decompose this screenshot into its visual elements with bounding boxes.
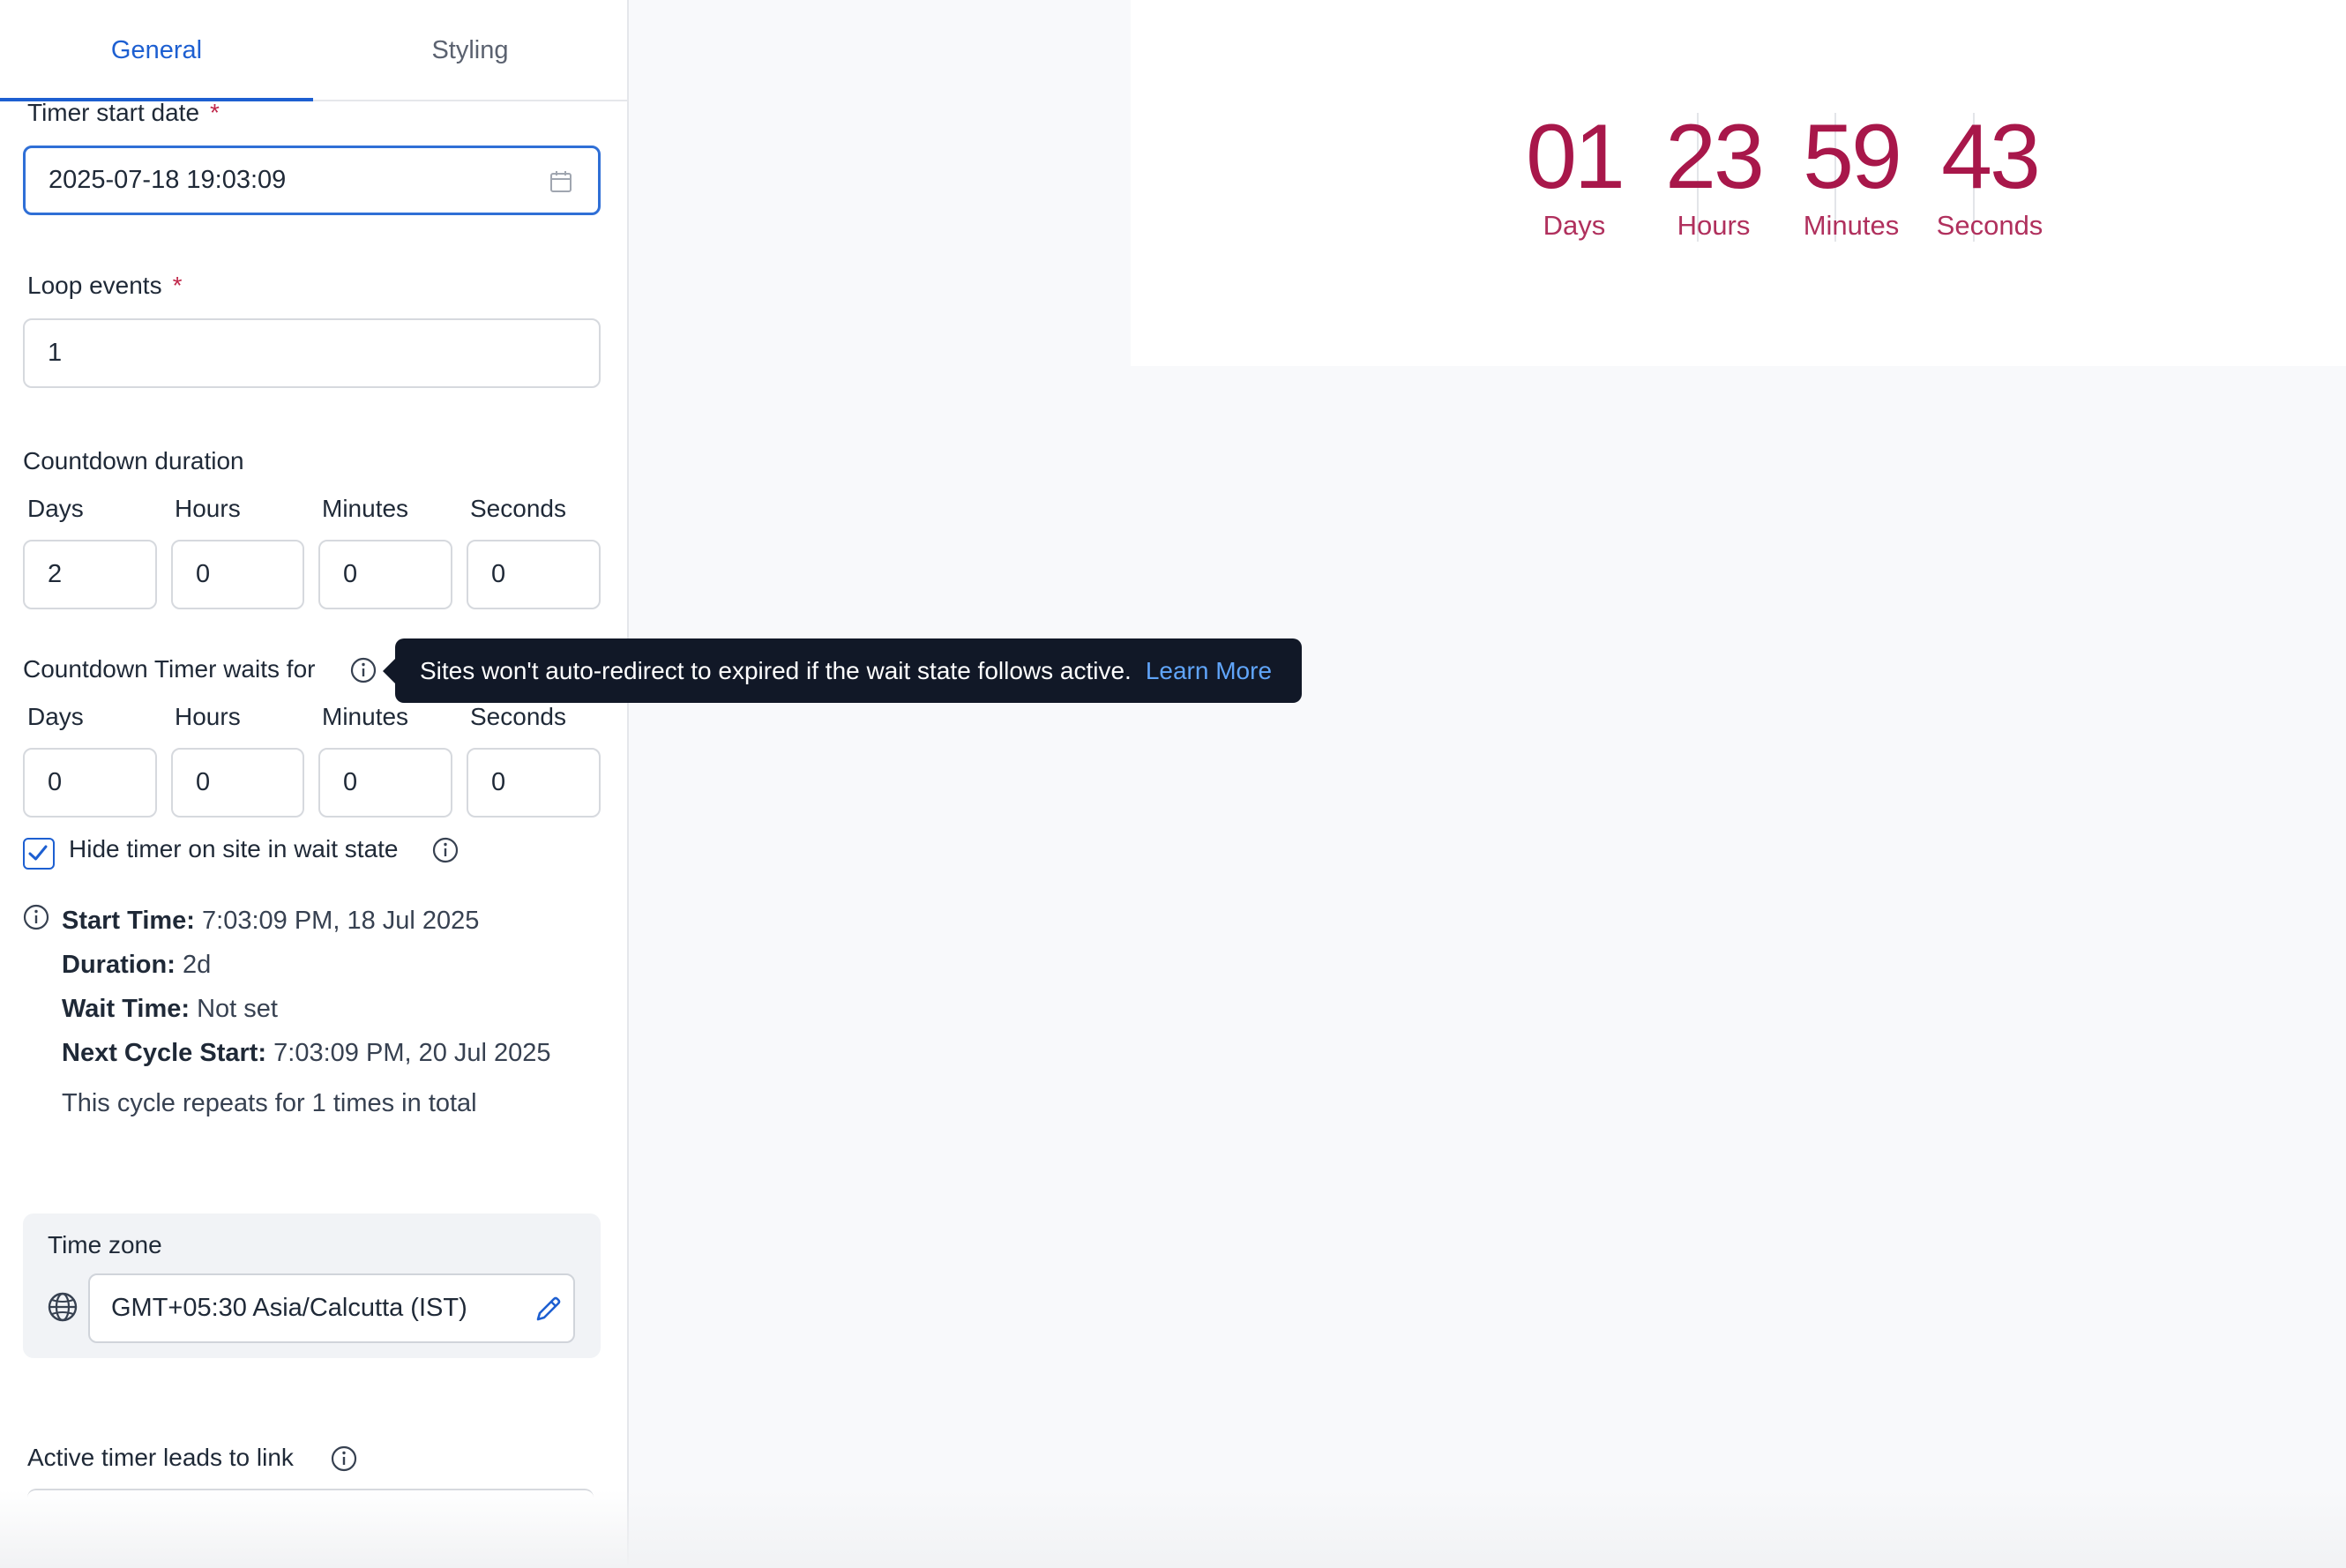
summary-repeat-text: This cycle repeats for 1 times in total: [62, 1089, 477, 1117]
wait-seconds-value: 0: [491, 768, 506, 796]
required-mark: *: [172, 272, 183, 299]
settings-panel: General Styling Timer start date * 2025-0…: [0, 0, 629, 1568]
timezone-value: GMT+05:30 Asia/Calcutta (IST): [111, 1294, 467, 1322]
pencil-icon[interactable]: [531, 1293, 564, 1333]
summary-info-icon: [22, 903, 50, 931]
summary-wait-time: Wait Time: Not set: [62, 995, 278, 1024]
duration-hours-input[interactable]: 0: [171, 540, 304, 609]
wait-minutes-input[interactable]: 0: [318, 748, 452, 818]
preview-hours-value: 23: [1665, 106, 1765, 208]
loop-events-label-text: Loop events: [27, 272, 162, 299]
globe-icon: [47, 1291, 78, 1327]
tooltip-text: Sites won't auto-redirect to expired if …: [420, 656, 1132, 684]
loop-events-label: Loop events *: [27, 272, 182, 300]
summary-duration-value: 2d: [182, 951, 212, 979]
summary-next-key: Next Cycle Start:: [62, 1039, 267, 1067]
timer-preview: 01 Days 23 Hours 59 Minutes 43 Seconds: [1131, 0, 2346, 366]
countdown-duration-label: Countdown duration: [23, 447, 244, 474]
preview-hours-unit: 23 Hours: [1645, 106, 1782, 247]
tab-bar: General Styling: [0, 0, 627, 101]
wait-label: Countdown Timer waits for: [23, 655, 316, 683]
wait-days-value: 0: [48, 768, 63, 796]
duration-seconds-label: Seconds: [470, 495, 566, 522]
wait-seconds-input[interactable]: 0: [467, 748, 601, 818]
check-icon: [28, 845, 48, 861]
summary-duration: Duration: 2d: [62, 951, 211, 980]
required-mark: *: [210, 99, 220, 126]
timer-start-date-label: Timer start date *: [27, 99, 220, 127]
wait-minutes-label: Minutes: [322, 703, 409, 730]
learn-more-link[interactable]: Learn More: [1146, 657, 1272, 685]
wait-hours-label: Hours: [175, 703, 241, 730]
calendar-icon[interactable]: [549, 169, 573, 201]
duration-days-value: 2: [48, 560, 63, 588]
preview-seconds-value: 43: [1941, 106, 2041, 208]
timezone-section: Time zone GMT+05:30 Asia/Calcutta (IST): [23, 1213, 601, 1358]
preview-seconds-unit: 43 Seconds: [1921, 106, 2058, 247]
loop-events-value: 1: [48, 339, 63, 367]
preview-days-value: 01: [1526, 106, 1625, 208]
summary-wait-value: Not set: [197, 995, 278, 1023]
preview-minutes-value: 59: [1803, 106, 1902, 208]
duration-days-label: Days: [27, 495, 84, 522]
preview-seconds-label: Seconds: [1936, 210, 2043, 241]
summary-duration-key: Duration:: [62, 951, 176, 979]
preview-days-unit: 01 Days: [1505, 106, 1643, 247]
tab-styling[interactable]: Styling: [313, 0, 627, 101]
preview-minutes-unit: 59 Minutes: [1782, 106, 1920, 247]
summary-start-time: Start Time: 7:03:09 PM, 18 Jul 2025: [62, 907, 479, 936]
duration-minutes-input[interactable]: 0: [318, 540, 452, 609]
timer-start-date-input[interactable]: 2025-07-18 19:03:09: [23, 146, 601, 215]
summary-next-cycle: Next Cycle Start: 7:03:09 PM, 20 Jul 202…: [62, 1039, 551, 1068]
wait-tooltip: Sites won't auto-redirect to expired if …: [383, 638, 1302, 703]
duration-hours-label: Hours: [175, 495, 241, 522]
wait-info-icon[interactable]: [349, 656, 377, 684]
duration-seconds-value: 0: [491, 560, 506, 588]
wait-days-label: Days: [27, 703, 84, 730]
wait-days-input[interactable]: 0: [23, 748, 157, 818]
preview-hours-label: Hours: [1677, 210, 1751, 241]
wait-minutes-value: 0: [343, 768, 358, 796]
wait-hours-value: 0: [196, 768, 211, 796]
timer-start-date-value: 2025-07-18 19:03:09: [49, 166, 287, 194]
hide-timer-label: Hide timer on site in wait state: [69, 835, 399, 862]
hide-timer-info-icon[interactable]: [431, 836, 459, 864]
loop-events-input[interactable]: 1: [23, 318, 601, 388]
timer-start-date-label-text: Timer start date: [27, 99, 200, 126]
preview-minutes-label: Minutes: [1803, 210, 1900, 241]
summary-start-key: Start Time:: [62, 907, 195, 935]
duration-seconds-input[interactable]: 0: [467, 540, 601, 609]
timezone-label: Time zone: [48, 1231, 162, 1258]
duration-days-input[interactable]: 2: [23, 540, 157, 609]
summary-wait-key: Wait Time:: [62, 995, 191, 1023]
active-link-label: Active timer leads to link: [27, 1444, 294, 1471]
bottom-shadow: [0, 1490, 2346, 1568]
wait-seconds-label: Seconds: [470, 703, 566, 730]
wait-hours-input[interactable]: 0: [171, 748, 304, 818]
hide-timer-checkbox[interactable]: [23, 838, 55, 870]
summary-start-value: 7:03:09 PM, 18 Jul 2025: [202, 907, 480, 935]
timezone-input[interactable]: GMT+05:30 Asia/Calcutta (IST): [88, 1273, 575, 1343]
duration-hours-value: 0: [196, 560, 211, 588]
duration-minutes-label: Minutes: [322, 495, 409, 522]
duration-minutes-value: 0: [343, 560, 358, 588]
summary-next-value: 7:03:09 PM, 20 Jul 2025: [273, 1039, 551, 1067]
preview-days-label: Days: [1543, 210, 1606, 241]
tab-general[interactable]: General: [0, 0, 313, 101]
active-link-info-icon[interactable]: [330, 1445, 358, 1473]
